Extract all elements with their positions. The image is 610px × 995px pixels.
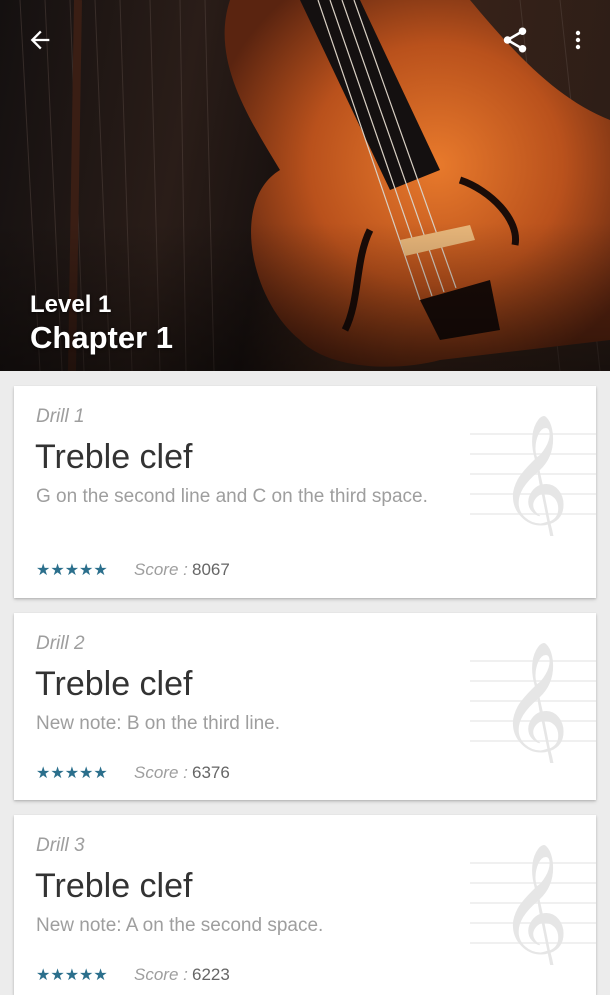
back-arrow-icon: [30, 30, 50, 50]
more-vert-icon: [575, 30, 581, 50]
drill-description: New note: B on the third line.: [36, 713, 280, 734]
level-title: Level 1: [30, 291, 112, 318]
drill-description: New note: A on the second space.: [36, 915, 324, 936]
drill-card-1[interactable]: Drill 1 Treble clef G on the second line…: [14, 386, 596, 598]
star-rating: ★★★★★: [36, 967, 108, 984]
svg-text:𝄞: 𝄞: [499, 845, 570, 965]
score-value: 8067: [192, 560, 230, 579]
drill-card-2[interactable]: Drill 2 Treble clef New note: B on the t…: [14, 613, 596, 800]
drill-label: Drill 1: [36, 406, 85, 427]
back-button[interactable]: [16, 16, 64, 64]
chapter-header: Level 1 Chapter 1: [0, 0, 610, 371]
treble-clef-icon: 𝄞: [470, 845, 596, 965]
star-rating: ★★★★★: [36, 765, 108, 782]
drill-title: Treble clef: [35, 438, 193, 476]
svg-text:𝄞: 𝄞: [499, 416, 570, 536]
star-rating: ★★★★★: [36, 562, 108, 579]
drill-title: Treble clef: [35, 665, 193, 703]
drill-description: G on the second line and C on the third …: [36, 486, 428, 507]
svg-text:𝄞: 𝄞: [499, 643, 570, 763]
score-value: 6223: [192, 965, 230, 984]
header-titles: Level 1 Chapter 1: [30, 290, 173, 356]
score-label: Score :: [134, 560, 188, 579]
treble-clef-icon: 𝄞: [470, 643, 596, 763]
score-label: Score :: [134, 763, 188, 782]
treble-clef-icon: 𝄞: [470, 416, 596, 536]
drill-label: Drill 2: [36, 633, 85, 654]
score-value: 6376: [192, 763, 230, 782]
share-icon: [503, 27, 527, 53]
drill-card-3[interactable]: Drill 3 Treble clef New note: A on the s…: [14, 815, 596, 995]
drill-title: Treble clef: [35, 867, 193, 905]
more-options-button[interactable]: [554, 16, 602, 64]
share-button[interactable]: [491, 16, 539, 64]
chapter-title: Chapter 1: [30, 320, 173, 355]
drill-label: Drill 3: [36, 835, 85, 856]
score-label: Score :: [134, 965, 188, 984]
